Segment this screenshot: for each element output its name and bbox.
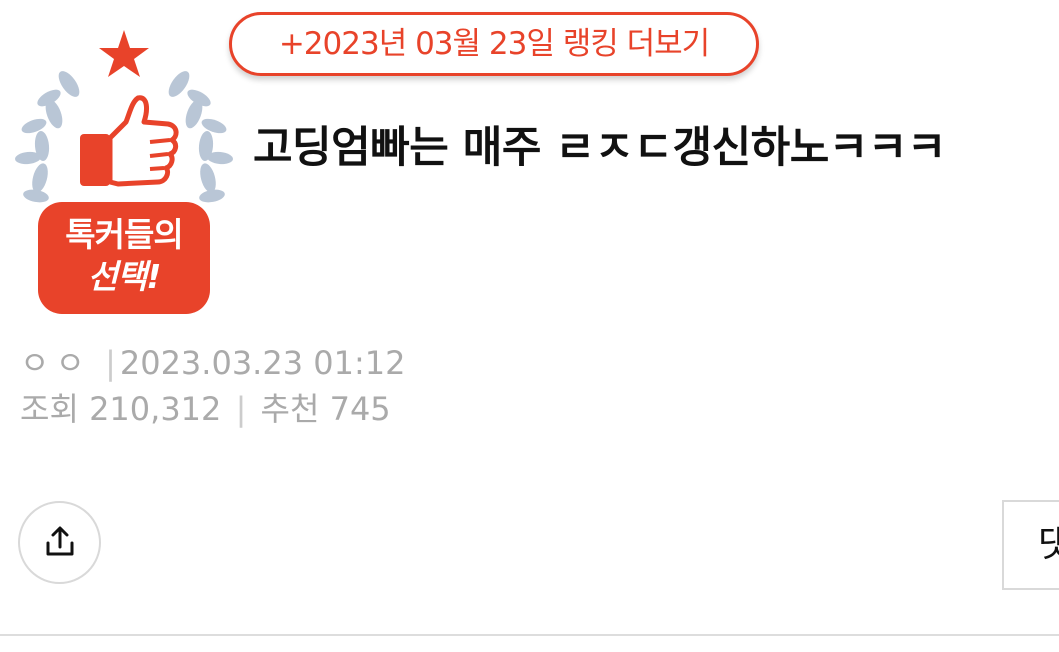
badge-label-line1: 톡커들의 — [65, 215, 183, 254]
share-button[interactable] — [18, 501, 101, 584]
views-label: 조회 — [20, 390, 79, 428]
badge-label: 톡커들의 선택! — [38, 202, 210, 314]
post-date: 2023.03.23 01:12 — [119, 344, 406, 382]
author-name[interactable]: ㅇㅇ — [20, 344, 91, 382]
stats-row: 조회 210,312 | 추천 745 — [20, 386, 405, 432]
recommend-count: 745 — [329, 390, 391, 428]
divider — [0, 634, 1059, 636]
author-row: ㅇㅇ | 2023.03.23 01:12 — [20, 340, 405, 386]
badge-label-line2: 선택! — [87, 257, 162, 296]
share-icon — [46, 526, 74, 556]
post-meta: ㅇㅇ | 2023.03.23 01:12 조회 210,312 | 추천 745 — [20, 340, 405, 432]
badge-emblem — [15, 30, 233, 203]
post-page: +2023년 03월 23일 랭킹 더보기 톡커들의 선택! 고딩엄빠는 매주 … — [0, 0, 1059, 652]
talker-choice-badge: 톡커들의 선택! — [14, 26, 234, 316]
ranking-more-button[interactable]: +2023년 03월 23일 랭킹 더보기 — [229, 12, 759, 76]
views-count: 210,312 — [89, 390, 222, 428]
stats-separator: | — [235, 390, 247, 428]
star-icon — [99, 30, 149, 77]
reply-button[interactable]: 댓 — [1002, 500, 1059, 590]
recommend-label: 추천 — [260, 390, 320, 428]
meta-separator: | — [105, 344, 116, 382]
post-title: 고딩엄빠는 매주 ㄹㅈㄷ갱신하노ㅋㅋㅋ — [253, 123, 946, 173]
thumbs-up-icon — [80, 95, 179, 187]
